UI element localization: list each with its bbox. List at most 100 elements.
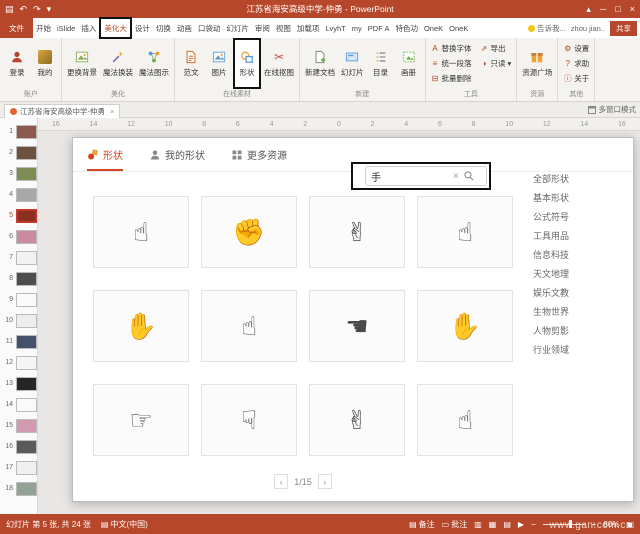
new-slide-button[interactable]: 幻灯片 [338,38,367,89]
shape-result-card[interactable]: ☝ [417,196,513,268]
slide-thumbnail-item[interactable]: 9 [0,289,37,310]
shape-result-card[interactable]: ☝ [417,384,513,456]
ribbon-tab[interactable]: 口袋动 [195,18,224,38]
tab-file[interactable]: 文件 [0,18,33,38]
tell-me[interactable]: 告诉我... [528,23,566,34]
ribbon-tab[interactable]: 切换 [153,18,174,38]
shape-category-item[interactable]: 娱乐文教 [533,284,625,303]
shape-category-item[interactable]: 公式符号 [533,208,625,227]
magic-dress-button[interactable]: 魔法换装 [100,38,136,89]
quick-access-icon[interactable]: ▾ [47,0,52,18]
notes-toggle[interactable]: ▤备注 [409,519,435,530]
slide-thumbnail-item[interactable]: 1 [0,121,37,142]
slide-thumbnail-item[interactable]: 6 [0,226,37,247]
slide-thumbnail-item[interactable]: 8 [0,268,37,289]
ribbon-tab[interactable]: 插入 [78,18,99,38]
shape-category-item[interactable]: 全部形状 [533,170,625,189]
slide-thumbnail-item[interactable]: 18 [0,478,37,499]
shape-category-item[interactable]: 生物世界 [533,303,625,322]
shape-category-item[interactable]: 信息科技 [533,246,625,265]
document-tab[interactable]: 江苏省海安高级中学-仲勇 × [4,104,120,118]
new-document-button[interactable]: 新建文档 [302,38,338,89]
online-shape-button[interactable]: 形状 [233,38,261,89]
close-icon[interactable]: × [110,107,114,116]
shape-result-card[interactable]: ☟ [201,384,297,456]
toc-button[interactable]: 目录 [367,38,395,89]
fit-to-window-button[interactable]: ▣ [626,520,634,529]
zoom-out-button[interactable]: − [531,520,536,529]
previous-page-button[interactable]: ‹ [274,474,288,489]
shape-result-card[interactable]: ✊ [201,196,297,268]
language-indicator[interactable]: ▤中文(中国) [101,519,148,530]
next-page-button[interactable]: › [318,474,332,489]
slide-sorter-view-button[interactable]: ▦ [489,520,497,529]
slide-thumbnail-item[interactable]: 14 [0,394,37,415]
change-background-button[interactable]: 更换背景 [64,38,100,89]
quick-access-icon[interactable]: ↶ [20,0,28,18]
search-icon[interactable] [463,170,475,182]
slide-thumbnail-item[interactable]: 3 [0,163,37,184]
online-cutout-button[interactable]: ✂ 在线抠图 [261,38,297,89]
ribbon-tab[interactable]: 特色功 [392,18,421,38]
normal-view-button[interactable]: ▥ [474,520,482,529]
clear-search-icon[interactable]: × [453,171,459,182]
magic-diagram-button[interactable]: 魔法图示 [136,38,172,89]
ribbon-tab[interactable]: PDF A [365,18,393,38]
readonly-button[interactable]: ◑只读▾ [480,58,512,70]
ribbon-tab[interactable]: 开始 [33,18,54,38]
quick-access-icon[interactable]: ▤ [5,0,14,18]
ribbon-tab[interactable]: 幻灯片 [223,18,252,38]
replace-font-button[interactable]: A替换字体 [431,43,472,55]
about-button[interactable]: ⓘ关于 [563,73,589,85]
dialog-tab-shapes[interactable]: 形状 [87,148,123,171]
account-user-name[interactable]: zhou jian.. [571,24,605,33]
slide-thumbnail-item[interactable]: 7 [0,247,37,268]
shape-category-item[interactable]: 行业领域 [533,341,625,360]
my-account-button[interactable]: 我的 [31,38,59,89]
slide-thumbnail-item[interactable]: 13 [0,373,37,394]
ribbon-tab[interactable]: 设计 [132,18,153,38]
slide-thumbnail-item[interactable]: 16 [0,436,37,457]
unify-paragraph-button[interactable]: ≡统一段落 [431,58,472,70]
slide-thumbnail-item[interactable]: 17 [0,457,37,478]
shape-result-card[interactable]: ☝ [93,196,189,268]
resource-plaza-button[interactable]: 资源广场 [519,38,555,89]
zoom-slider-thumb[interactable] [569,520,572,528]
shape-result-card[interactable]: ✌ [309,196,405,268]
shape-result-card[interactable]: ☚ [309,290,405,362]
ribbon-tab[interactable]: iSlide [54,18,78,38]
zoom-in-button[interactable]: + [592,520,597,529]
shape-category-item[interactable]: 人物剪影 [533,322,625,341]
slide-thumbnail-item[interactable]: 11 [0,331,37,352]
help-button[interactable]: ?求助 [563,58,589,70]
shape-result-card[interactable]: ✋ [93,290,189,362]
slide-thumbnail-item[interactable]: 5 [0,205,37,226]
settings-button[interactable]: ⚙设置 [563,43,589,55]
close-icon[interactable]: × [630,0,635,18]
restore-icon[interactable]: □ [615,0,620,18]
slide-thumbnail-item[interactable]: 15 [0,415,37,436]
shape-result-card[interactable]: ✋ [417,290,513,362]
ribbon-tab[interactable]: 视图 [273,18,294,38]
share-button[interactable]: 共享 [610,21,637,36]
zoom-level[interactable]: 80% [603,520,619,529]
slideshow-button[interactable]: ▶ [518,520,524,529]
zoom-slider[interactable] [543,519,585,529]
slide-thumbnail-item[interactable]: 2 [0,142,37,163]
album-button[interactable]: 画册 [395,38,423,89]
batch-delete-button[interactable]: ⊟批量删除 [431,73,472,85]
template-doc-button[interactable]: 范文 [177,38,205,89]
dialog-tab-more-resources[interactable]: 更多资源 [231,148,287,171]
ribbon-tab[interactable]: 动画 [174,18,195,38]
ribbon-options-icon[interactable]: ▴ [586,0,591,18]
ribbon-tab[interactable]: 加载项 [294,18,323,38]
shape-category-item[interactable]: 基本形状 [533,189,625,208]
shape-result-card[interactable]: ☝ [201,290,297,362]
ribbon-tab[interactable]: my [349,18,365,38]
ribbon-tab[interactable]: 美化大 [99,17,132,39]
ribbon-tab[interactable]: OneK [421,18,446,38]
dialog-tab-my-shapes[interactable]: 我的形状 [149,148,205,171]
minimize-icon[interactable]: ─ [600,0,606,18]
slide-thumbnail-item[interactable]: 10 [0,310,37,331]
online-picture-button[interactable]: 图片 [205,38,233,89]
